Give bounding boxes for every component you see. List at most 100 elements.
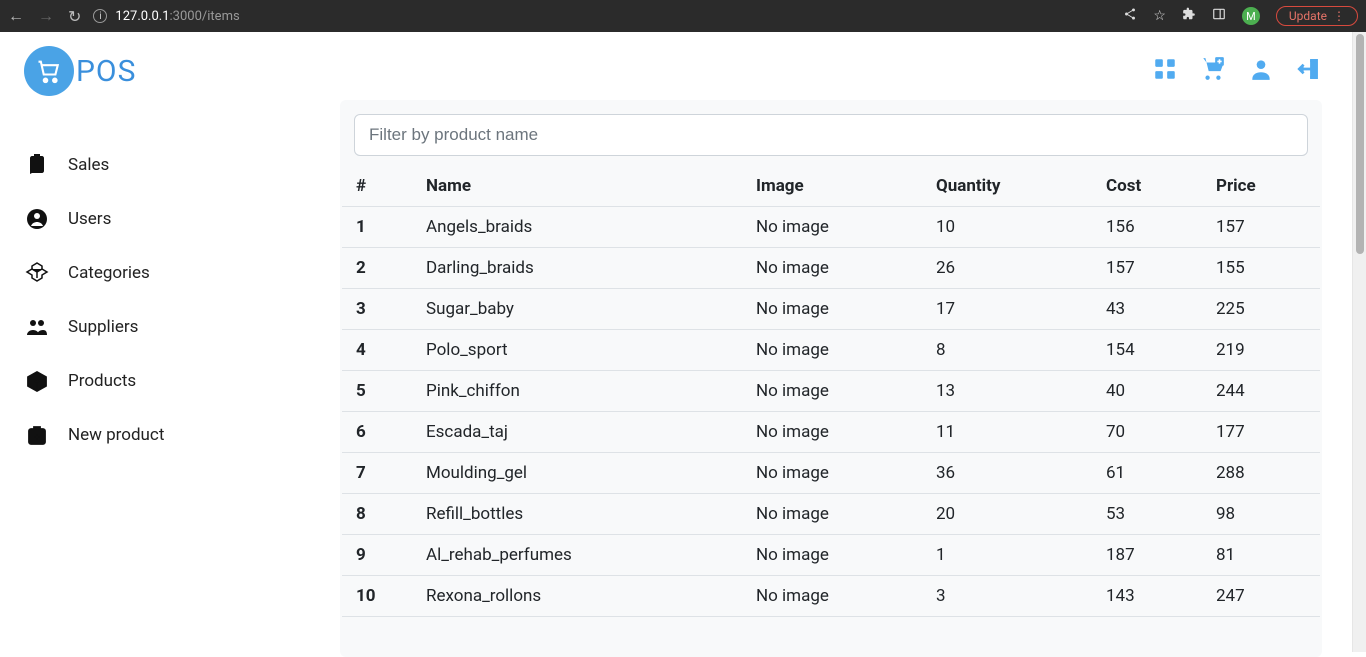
sidebar-item-new-product[interactable]: New product (24, 422, 320, 448)
cell-price: 247 (1202, 576, 1320, 617)
forward-button[interactable]: → (38, 6, 54, 26)
cell-image: No image (742, 248, 922, 289)
cell-index: 1 (342, 207, 412, 248)
cell-name: Sugar_baby (412, 289, 742, 330)
table-row[interactable]: 4Polo_sportNo image8154219 (342, 330, 1320, 371)
cell-index: 4 (342, 330, 412, 371)
cell-quantity: 36 (922, 453, 1092, 494)
sidebar-item-sales[interactable]: Sales (24, 152, 320, 178)
sidebar-item-products[interactable]: Products (24, 368, 320, 394)
table-row[interactable]: 9Al_rehab_perfumesNo image118781 (342, 535, 1320, 576)
cell-cost: 61 (1092, 453, 1202, 494)
sidebar-item-categories[interactable]: Categories (24, 260, 320, 286)
nav-icon (24, 206, 50, 232)
top-toolbar (340, 42, 1322, 100)
table-row[interactable]: 7Moulding_gelNo image3661288 (342, 453, 1320, 494)
col-image: Image (742, 166, 922, 207)
cell-name: Refill_bottles (412, 494, 742, 535)
nav-icon (24, 368, 50, 394)
extensions-icon[interactable] (1182, 7, 1196, 25)
share-icon[interactable] (1123, 7, 1137, 25)
sidebar-item-suppliers[interactable]: Suppliers (24, 314, 320, 340)
cell-cost: 154 (1092, 330, 1202, 371)
cell-image: No image (742, 576, 922, 617)
col-cost: Cost (1092, 166, 1202, 207)
sidebar-item-users[interactable]: Users (24, 206, 320, 232)
cell-cost: 143 (1092, 576, 1202, 617)
bookmark-icon[interactable]: ☆ (1153, 8, 1166, 24)
scrollbar[interactable] (1352, 32, 1366, 652)
table-row[interactable]: 2Darling_braidsNo image26157155 (342, 248, 1320, 289)
cell-price: 177 (1202, 412, 1320, 453)
cell-quantity: 8 (922, 330, 1092, 371)
dashboard-icon[interactable] (1152, 56, 1178, 86)
cell-cost: 70 (1092, 412, 1202, 453)
site-info-icon[interactable]: i (93, 9, 107, 23)
cell-index: 9 (342, 535, 412, 576)
sidebar-item-label: Categories (68, 263, 150, 283)
cell-cost: 156 (1092, 207, 1202, 248)
cell-name: Pink_chiffon (412, 371, 742, 412)
cell-name: Rexona_rollons (412, 576, 742, 617)
table-row[interactable]: 1Angels_braidsNo image10156157 (342, 207, 1320, 248)
cell-index: 2 (342, 248, 412, 289)
nav-icon (24, 314, 50, 340)
table-row[interactable]: 6Escada_tajNo image1170177 (342, 412, 1320, 453)
cell-index: 10 (342, 576, 412, 617)
cell-quantity: 26 (922, 248, 1092, 289)
cart-icon (24, 46, 74, 96)
col-index: # (342, 166, 412, 207)
cell-cost: 157 (1092, 248, 1202, 289)
logout-icon[interactable] (1296, 56, 1322, 86)
cell-price: 219 (1202, 330, 1320, 371)
cell-quantity: 20 (922, 494, 1092, 535)
table-row[interactable]: 3Sugar_babyNo image1743225 (342, 289, 1320, 330)
filter-input[interactable] (354, 114, 1308, 156)
url-host: 127.0.0.1 (115, 9, 169, 24)
cell-name: Polo_sport (412, 330, 742, 371)
cell-price: 98 (1202, 494, 1320, 535)
cell-name: Al_rehab_perfumes (412, 535, 742, 576)
sidebar: POS Sales Users Categories Suppliers Product… (0, 32, 340, 652)
cell-price: 81 (1202, 535, 1320, 576)
cell-image: No image (742, 289, 922, 330)
cell-quantity: 3 (922, 576, 1092, 617)
cell-cost: 53 (1092, 494, 1202, 535)
cell-price: 225 (1202, 289, 1320, 330)
cell-name: Angels_braids (412, 207, 742, 248)
cell-image: No image (742, 453, 922, 494)
col-price: Price (1202, 166, 1320, 207)
nav-icon (24, 422, 50, 448)
app-logo[interactable]: POS (24, 46, 320, 96)
cell-price: 288 (1202, 453, 1320, 494)
more-icon: ⋮ (1333, 9, 1345, 23)
cell-index: 5 (342, 371, 412, 412)
panel-icon[interactable] (1212, 7, 1226, 25)
sidebar-item-label: New product (68, 425, 164, 445)
scrollbar-thumb[interactable] (1356, 34, 1364, 254)
add-cart-icon[interactable] (1200, 56, 1226, 86)
address-bar[interactable]: i 127.0.0.1:3000/items (93, 9, 1111, 24)
cell-cost: 43 (1092, 289, 1202, 330)
cell-cost: 187 (1092, 535, 1202, 576)
cell-image: No image (742, 371, 922, 412)
cell-quantity: 10 (922, 207, 1092, 248)
col-quantity: Quantity (922, 166, 1092, 207)
table-row[interactable]: 8Refill_bottlesNo image205398 (342, 494, 1320, 535)
cell-quantity: 13 (922, 371, 1092, 412)
sidebar-item-label: Products (68, 371, 136, 391)
profile-avatar[interactable]: M (1242, 7, 1260, 25)
table-row[interactable]: 5Pink_chiffonNo image1340244 (342, 371, 1320, 412)
cell-price: 155 (1202, 248, 1320, 289)
reload-button[interactable]: ↻ (68, 7, 81, 26)
cell-image: No image (742, 494, 922, 535)
url-path: :3000/items (170, 9, 240, 24)
cell-name: Escada_taj (412, 412, 742, 453)
user-icon[interactable] (1248, 56, 1274, 86)
table-row[interactable]: 10Rexona_rollonsNo image3143247 (342, 576, 1320, 617)
cell-price: 157 (1202, 207, 1320, 248)
update-button[interactable]: Update ⋮ (1276, 6, 1358, 26)
cell-image: No image (742, 412, 922, 453)
back-button[interactable]: ← (8, 6, 24, 26)
cell-price: 244 (1202, 371, 1320, 412)
